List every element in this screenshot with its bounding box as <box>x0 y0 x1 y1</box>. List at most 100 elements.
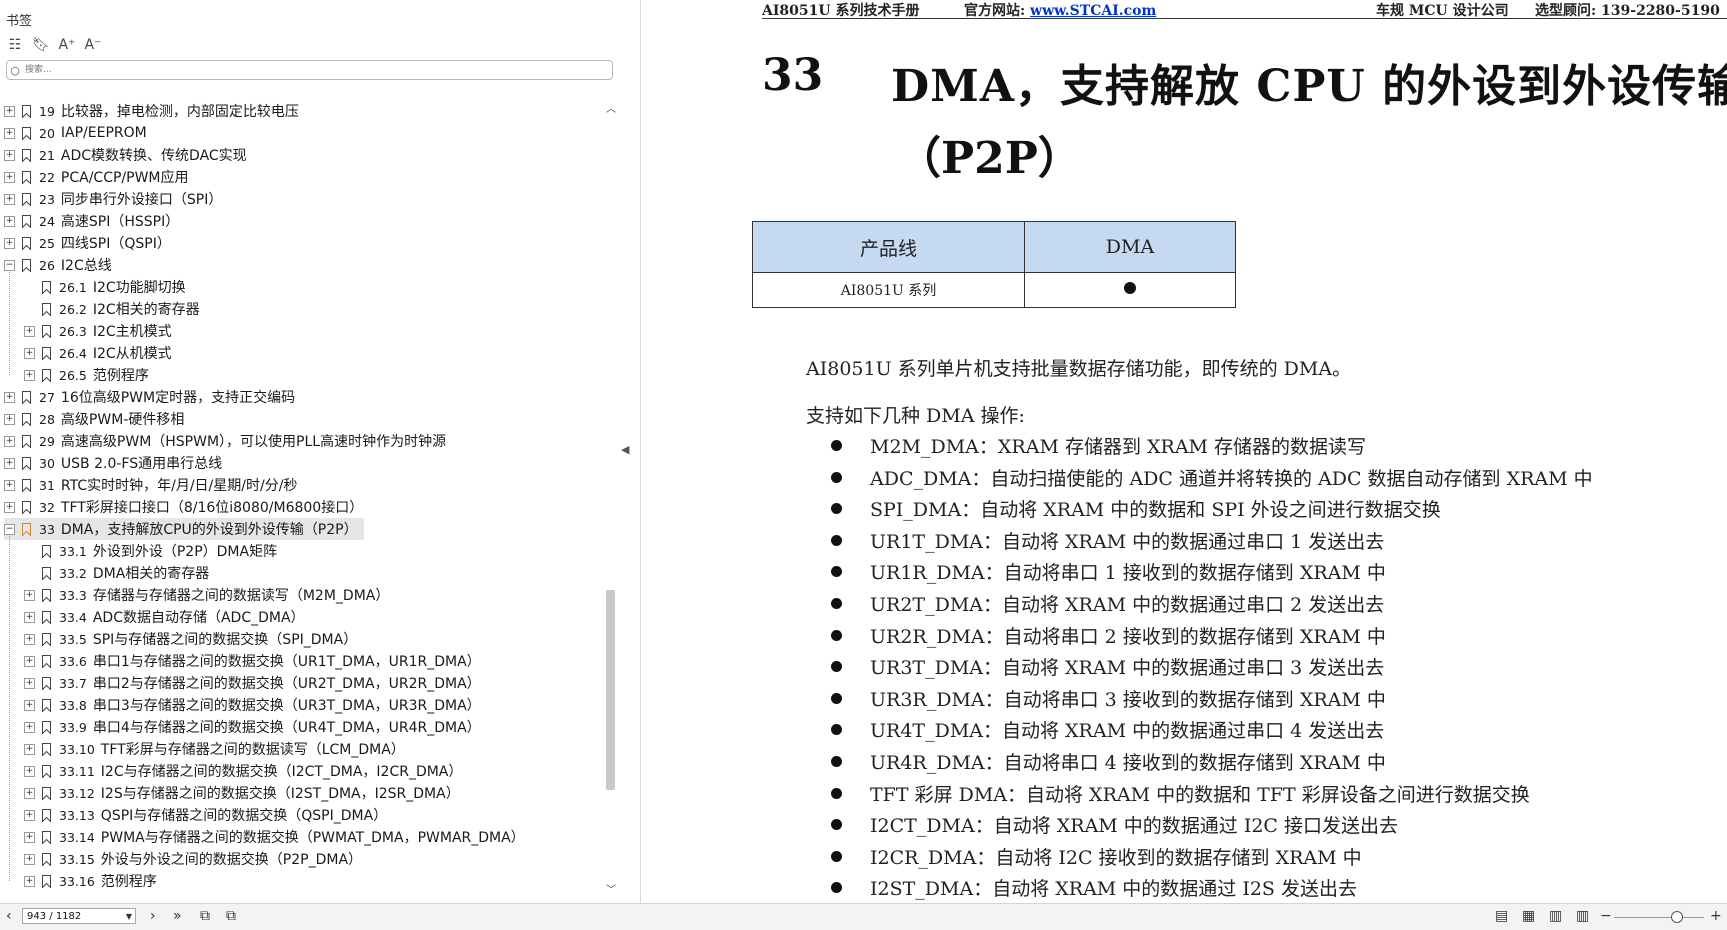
zoom-slider-knob[interactable] <box>1671 911 1683 923</box>
expand-icon[interactable]: + <box>4 413 15 425</box>
bookmark-item[interactable]: +33.5 SPI与存储器之间的数据交换（SPI_DMA） <box>24 628 357 650</box>
bookmark-item[interactable]: +33.11 I2C与存储器之间的数据交换（I2CT_DMA，I2CR_DMA） <box>24 760 462 782</box>
bookmark-item[interactable]: +31 RTC实时时钟，年/月/日/星期/时/分/秒 <box>4 474 297 496</box>
single-page-view-icon[interactable]: ▤ <box>1495 908 1508 924</box>
expand-icon[interactable]: + <box>24 369 35 381</box>
expand-icon[interactable]: + <box>24 743 35 755</box>
bookmark-search-input[interactable] <box>23 62 587 78</box>
bookmark-item[interactable]: +33.7 串口2与存储器之间的数据交换（UR2T_DMA，UR2R_DMA） <box>24 672 481 694</box>
expand-icon[interactable]: + <box>24 677 35 689</box>
bookmark-item[interactable]: +27 16位高级PWM定时器，支持正交编码 <box>4 386 295 408</box>
header-site-link[interactable]: www.STCAI.com <box>1030 3 1156 19</box>
bookmark-item[interactable]: 26.1 I2C功能脚切换 <box>24 276 186 298</box>
expand-icon[interactable]: + <box>24 699 35 711</box>
bookmark-item[interactable]: +20 IAP/EEPROM <box>4 122 147 144</box>
bookmark-item[interactable]: − 26 I2C总线 <box>4 254 112 276</box>
expand-icon[interactable]: + <box>4 501 15 513</box>
expand-icon[interactable]: + <box>24 633 35 645</box>
bookmark-icon <box>42 368 51 382</box>
bookmark-item[interactable]: +26.5 范例程序 <box>24 364 149 386</box>
expand-icon[interactable]: + <box>24 853 35 865</box>
collapse-icon[interactable]: − <box>4 259 15 271</box>
zoom-in-icon[interactable]: + <box>1710 908 1722 924</box>
bookmark-label: 串口4与存储器之间的数据交换（UR4T_DMA，UR4R_DMA） <box>92 720 481 736</box>
expand-icon[interactable]: + <box>4 105 15 117</box>
expand-icon[interactable]: + <box>4 435 15 447</box>
bookmark-item[interactable]: +33.16 范例程序 <box>24 870 157 892</box>
prev-page-icon[interactable]: ‹ <box>6 908 12 924</box>
list-item-text: I2CT_DMA：自动将 XRAM 中的数据通过 I2C 接口发送出去 <box>870 815 1399 837</box>
expand-icon[interactable]: + <box>4 127 15 139</box>
bookmark-item[interactable]: +19 比较器，掉电检测，内部固定比较电压 <box>4 100 299 122</box>
copy-page-icon[interactable]: ⧉ <box>200 908 210 924</box>
two-page-view-icon[interactable]: ▥ <box>1549 908 1562 924</box>
collapse-icon[interactable]: − <box>4 523 15 535</box>
bookmark-item[interactable]: +23 同步串行外设接口（SPI） <box>4 188 222 210</box>
two-page-continuous-icon[interactable]: ▥ <box>1576 908 1589 924</box>
add-bookmark-icon[interactable]: 🔖︎ <box>32 36 50 54</box>
continuous-view-icon[interactable]: ▦ <box>1522 908 1535 924</box>
expand-icon[interactable]: + <box>24 589 35 601</box>
expand-icon[interactable]: + <box>24 325 35 337</box>
expand-icon[interactable]: + <box>24 875 35 887</box>
page-number-field[interactable]: 943 / 1182 ▼ <box>22 908 136 924</box>
expand-icon[interactable]: + <box>4 391 15 403</box>
bookmark-item[interactable]: +33.10 TFT彩屏与存储器之间的数据读写（LCM_DMA） <box>24 738 405 760</box>
duplicate-page-icon[interactable]: ⧉ <box>226 908 236 924</box>
bookmark-item[interactable]: +34I2S音频总线，可以使用PLL高速时钟作为时钟源 <box>4 892 359 895</box>
expand-icon[interactable]: + <box>4 237 15 249</box>
bookmark-search-box[interactable]: ○ <box>6 60 613 80</box>
font-decrease-icon[interactable]: A⁻ <box>84 36 102 54</box>
bookmark-item[interactable]: +33.12 I2S与存储器之间的数据交换（I2ST_DMA，I2SR_DMA） <box>24 782 460 804</box>
expand-icon[interactable]: + <box>4 193 15 205</box>
expand-icon[interactable]: + <box>24 787 35 799</box>
expand-icon[interactable]: + <box>4 479 15 491</box>
expand-icon[interactable]: + <box>4 457 15 469</box>
bookmark-item[interactable]: +33.13 QSPI与存储器之间的数据交换（QSPI_DMA） <box>24 804 387 826</box>
next-page-icon[interactable]: › <box>150 908 156 924</box>
expand-icon[interactable]: + <box>24 765 35 777</box>
bookmark-item[interactable]: +33.8 串口3与存储器之间的数据交换（UR3T_DMA，UR3R_DMA） <box>24 694 481 716</box>
bookmark-item[interactable]: +29 高速高级PWM（HSPWM），可以使用PLL高速时钟作为时钟源 <box>4 430 446 452</box>
bookmark-item[interactable]: +32 TFT彩屏接口接口（8/16位i8080/M6800接口） <box>4 496 363 518</box>
collapse-panel-icon[interactable]: ◀ <box>621 443 629 456</box>
bookmark-item[interactable]: +33.6 串口1与存储器之间的数据交换（UR1T_DMA，UR1R_DMA） <box>24 650 481 672</box>
zoom-slider[interactable] <box>1614 917 1704 918</box>
bookmark-options-icon[interactable]: ☷ <box>6 36 24 54</box>
bookmark-item[interactable]: +33.4 ADC数据自动存储（ADC_DMA） <box>24 606 305 628</box>
bookmark-item[interactable]: 33.2 DMA相关的寄存器 <box>24 562 209 584</box>
bookmark-item[interactable]: +33.14 PWMA与存储器之间的数据交换（PWMAT_DMA，PWMAR_DM… <box>24 826 525 848</box>
bookmark-item[interactable]: − 33 DMA，支持解放CPU的外设到外设传输（P2P） <box>4 518 364 540</box>
bookmark-item[interactable]: +26.3 I2C主机模式 <box>24 320 172 342</box>
bookmark-item[interactable]: +30 USB 2.0-FS通用串行总线 <box>4 452 222 474</box>
expand-icon[interactable]: + <box>4 149 15 161</box>
bookmark-scrollbar[interactable]: ︿ ﹀ <box>603 100 619 896</box>
bookmark-item[interactable]: 33.1 外设到外设（P2P）DMA矩阵 <box>24 540 277 562</box>
font-increase-icon[interactable]: A⁺ <box>58 36 76 54</box>
expand-icon[interactable]: + <box>24 831 35 843</box>
expand-icon[interactable]: + <box>24 611 35 623</box>
expand-icon[interactable]: + <box>4 171 15 183</box>
scroll-up-icon[interactable]: ︿ <box>603 100 619 115</box>
chevron-down-icon[interactable]: ▼ <box>126 909 132 925</box>
bookmark-item[interactable]: +33.15 外设与外设之间的数据交换（P2P_DMA） <box>24 848 362 870</box>
bookmark-item[interactable]: +22 PCA/CCP/PWM应用 <box>4 166 189 188</box>
expand-icon[interactable]: + <box>24 347 35 359</box>
bookmark-item[interactable]: +24 高速SPI（HSSPI） <box>4 210 179 232</box>
bookmark-item[interactable]: +25 四线SPI（QSPI） <box>4 232 171 254</box>
bookmark-item[interactable]: +33.3 存储器与存储器之间的数据读写（M2M_DMA） <box>24 584 389 606</box>
bookmark-item[interactable]: +28 高级PWM-硬件移相 <box>4 408 184 430</box>
scrollbar-thumb[interactable] <box>606 590 615 790</box>
bookmark-item[interactable]: 26.2 I2C相关的寄存器 <box>24 298 200 320</box>
bookmark-item[interactable]: +21 ADC模数转换、传统DAC实现 <box>4 144 247 166</box>
expand-icon[interactable]: + <box>24 809 35 821</box>
last-page-icon[interactable]: » <box>173 908 182 924</box>
bookmark-item[interactable]: +26.4 I2C从机模式 <box>24 342 172 364</box>
expand-icon[interactable]: + <box>4 215 15 227</box>
zoom-out-icon[interactable]: − <box>1600 908 1612 924</box>
list-item: UR1T_DMA：自动将 XRAM 中的数据通过串口 1 发送出去 <box>831 527 1384 554</box>
expand-icon[interactable]: + <box>24 655 35 667</box>
expand-icon[interactable]: + <box>24 721 35 733</box>
scroll-down-icon[interactable]: ﹀ <box>603 881 619 896</box>
bookmark-item[interactable]: +33.9 串口4与存储器之间的数据交换（UR4T_DMA，UR4R_DMA） <box>24 716 481 738</box>
